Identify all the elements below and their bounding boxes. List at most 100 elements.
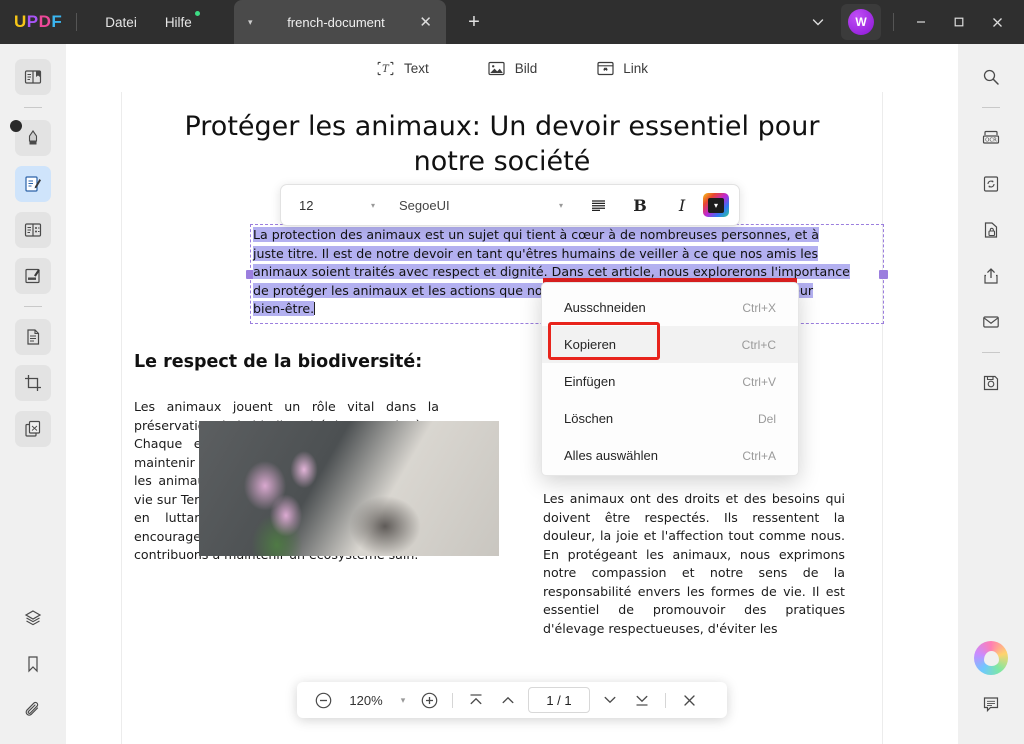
copy-shortcut: Ctrl+C [741, 337, 776, 352]
prev-page-icon[interactable] [492, 683, 524, 717]
sidebar-item-reader-mode[interactable] [15, 59, 51, 95]
user-avatar-button[interactable]: W [841, 4, 881, 40]
sidebar-item-edit-text-tool[interactable] [15, 166, 51, 202]
left-toolbar [0, 44, 66, 744]
controls-divider [893, 13, 894, 31]
sidebar-item-page-tool[interactable] [15, 319, 51, 355]
color-picker-icon[interactable]: ▾ [703, 193, 729, 217]
align-left-icon[interactable] [577, 184, 619, 226]
next-page-icon[interactable] [594, 683, 626, 717]
ai-flower-icon[interactable] [973, 640, 1009, 676]
context-menu-item-paste[interactable]: Einfügen Ctrl+V [542, 363, 798, 400]
menu-datei-label: Datei [105, 14, 137, 30]
minimize-button[interactable] [902, 0, 940, 44]
share-icon[interactable] [973, 258, 1009, 294]
updf-window: UPDF Datei Hilfe ▾ french-document ✕ + W [0, 0, 1024, 744]
menu-hilfe-label: Hilfe [164, 14, 192, 30]
title-bar: UPDF Datei Hilfe ▾ french-document ✕ + W [0, 0, 1024, 44]
page-navigation-bar: 120% ▾ 1 / 1 [297, 682, 727, 718]
save-disk-icon[interactable] [973, 365, 1009, 401]
chevron-down-icon[interactable]: ▾ [371, 201, 375, 210]
sidebar-item-edit-pdf-tool[interactable] [15, 258, 51, 294]
add-text-label: Text [403, 60, 429, 76]
zoom-in-button[interactable] [413, 683, 445, 717]
bottom-divider-2 [665, 692, 666, 708]
sidebar-collapse-handle[interactable] [10, 120, 22, 132]
tab-title: french-document [287, 14, 385, 30]
add-image-label: Bild [514, 60, 538, 76]
rail-divider-2 [24, 306, 42, 307]
sidebar-item-attachments-panel[interactable] [15, 692, 51, 728]
paste-shortcut: Ctrl+V [742, 374, 776, 389]
zoom-out-button[interactable] [307, 683, 339, 717]
cut-label: Ausschneiden [564, 300, 646, 315]
bottom-divider-1 [452, 692, 453, 708]
maximize-button[interactable] [940, 0, 978, 44]
chevron-down-icon: ▾ [400, 694, 406, 705]
context-menu-item-delete[interactable]: Löschen Del [542, 400, 798, 437]
delete-label: Löschen [564, 411, 614, 426]
ai-assistant-button[interactable] [974, 641, 1008, 675]
search-icon[interactable] [973, 59, 1009, 95]
cut-shortcut: Ctrl+X [742, 300, 776, 315]
sidebar-item-bookmarks-panel[interactable] [15, 646, 51, 682]
menu-hilfe[interactable]: Hilfe [151, 9, 206, 36]
font-family-select[interactable]: SegoeUI ▾ [389, 198, 577, 213]
chevron-down-icon[interactable] [799, 0, 837, 44]
svg-text:T: T [383, 64, 391, 75]
cat-tulips-photo[interactable] [199, 421, 499, 556]
zoom-dropdown-caret[interactable]: ▾ [393, 683, 413, 717]
right-rail-divider-2 [982, 352, 1000, 353]
ocr-icon[interactable]: OCR [973, 120, 1009, 156]
context-menu-item-copy[interactable]: Kopieren Ctrl+C [542, 326, 798, 363]
window-controls: W [799, 0, 1024, 44]
close-navbar-button[interactable] [673, 683, 705, 717]
first-page-icon[interactable] [460, 683, 492, 717]
font-size-select[interactable]: 12 ▾ [281, 198, 389, 213]
paste-label: Einfügen [564, 374, 616, 389]
selected-line-1: La protection des animaux est un sujet q… [253, 227, 820, 242]
add-text-button[interactable]: T Text [376, 59, 429, 77]
sidebar-item-crop-tool[interactable] [15, 365, 51, 401]
selected-line-5: bien-être. [253, 301, 315, 317]
link-icon [595, 59, 615, 77]
add-image-button[interactable]: Bild [487, 59, 538, 77]
convert-icon[interactable] [973, 166, 1009, 202]
zoom-level-value[interactable]: 120% [339, 693, 393, 708]
font-size-value: 12 [299, 197, 314, 213]
chevron-down-icon[interactable]: ▾ [559, 201, 563, 210]
selected-line-3: animaux soient traités avec respect et d… [253, 264, 850, 280]
color-picker-caret: ▾ [708, 197, 724, 213]
right-rail-divider [982, 107, 1000, 108]
notification-dot-icon [194, 10, 200, 16]
sidebar-item-layers-panel[interactable] [15, 600, 51, 636]
heading-biodiversite: Le respect de la biodiversité: [134, 352, 423, 372]
select-all-shortcut: Ctrl+A [742, 448, 776, 463]
new-tab-button[interactable]: + [462, 11, 486, 35]
envelope-icon[interactable] [973, 304, 1009, 340]
last-page-icon[interactable] [626, 683, 658, 717]
page-title: Protéger les animaux: Un devoir essentie… [184, 111, 820, 177]
app-logo: UPDF [14, 12, 63, 31]
lock-document-icon[interactable] [973, 212, 1009, 248]
body-ethique[interactable]: Les animaux ont des droits et des besoin… [543, 490, 845, 638]
sidebar-item-comment-tool[interactable] [15, 212, 51, 248]
bold-button[interactable]: B [619, 184, 661, 226]
text-box-icon: T [376, 59, 396, 77]
comment-bubble-icon[interactable] [973, 686, 1009, 722]
context-menu-item-cut[interactable]: Ausschneiden Ctrl+X [542, 289, 798, 326]
rail-divider [24, 107, 42, 108]
close-button[interactable] [978, 0, 1016, 44]
italic-button[interactable]: I [661, 184, 703, 226]
menu-datei[interactable]: Datei [91, 9, 151, 36]
context-menu-item-select-all[interactable]: Alles auswählen Ctrl+A [542, 437, 798, 474]
ai-icon-inner [983, 650, 999, 666]
sidebar-item-organize-pages-tool[interactable] [15, 411, 51, 447]
page-indicator[interactable]: 1 / 1 [528, 687, 590, 713]
italic-label: I [678, 195, 686, 215]
document-tab[interactable]: ▾ french-document ✕ [234, 0, 446, 44]
add-link-button[interactable]: Link [595, 59, 648, 77]
context-menu[interactable]: Ausschneiden Ctrl+X Kopieren Ctrl+C Einf… [541, 282, 799, 476]
close-icon[interactable]: ✕ [419, 13, 432, 31]
text-format-toolbar: 12 ▾ SegoeUI ▾ B I ▾ [280, 184, 740, 226]
